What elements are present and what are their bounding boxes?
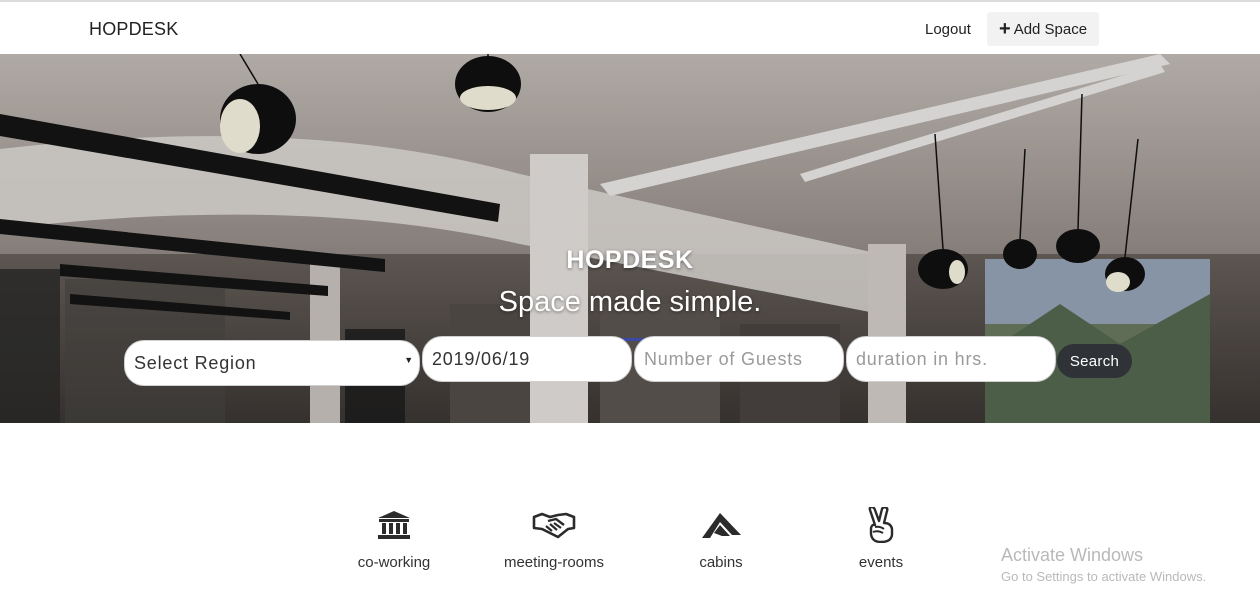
duration-input[interactable]: duration in hrs. — [846, 336, 1056, 382]
logout-link[interactable]: Logout — [925, 21, 971, 38]
add-space-button[interactable]: + Add Space — [987, 12, 1099, 46]
peace-hand-icon — [811, 506, 951, 544]
category-events[interactable]: events — [811, 506, 951, 571]
date-input[interactable]: 2019/06/19 — [422, 336, 632, 382]
category-cabins[interactable]: cabins — [651, 506, 791, 571]
category-co-working[interactable]: co-working — [324, 506, 464, 571]
search-button[interactable]: Search — [1057, 344, 1132, 378]
caret-down-icon: ▼ — [404, 355, 414, 365]
bank-icon — [324, 506, 464, 544]
region-select[interactable]: Select Region ▼ — [124, 340, 420, 386]
brand-logo[interactable]: HOPDESK — [89, 19, 178, 40]
region-select-value: Select Region — [134, 352, 257, 373]
category-label: events — [858, 554, 904, 571]
category-meeting-rooms[interactable]: meeting-rooms — [484, 506, 624, 571]
category-label: cabins — [699, 554, 743, 571]
activate-windows-title: Activate Windows — [1001, 545, 1144, 565]
handshake-icon — [484, 506, 624, 544]
plus-icon: + — [999, 18, 1011, 40]
cabin-icon — [651, 506, 791, 544]
hero-title: HOPDESK — [566, 246, 694, 274]
top-navbar: HOPDESK Logout + Add Space — [0, 0, 1260, 54]
activate-windows-subtitle: Go to Settings to activate Windows. — [1001, 569, 1207, 584]
add-space-label: Add Space — [1013, 20, 1088, 38]
category-label: co-working — [357, 554, 431, 571]
category-label: meeting-rooms — [503, 554, 605, 571]
guests-input[interactable]: Number of Guests — [634, 336, 844, 382]
hero-subtitle: Space made simple. — [498, 286, 762, 318]
